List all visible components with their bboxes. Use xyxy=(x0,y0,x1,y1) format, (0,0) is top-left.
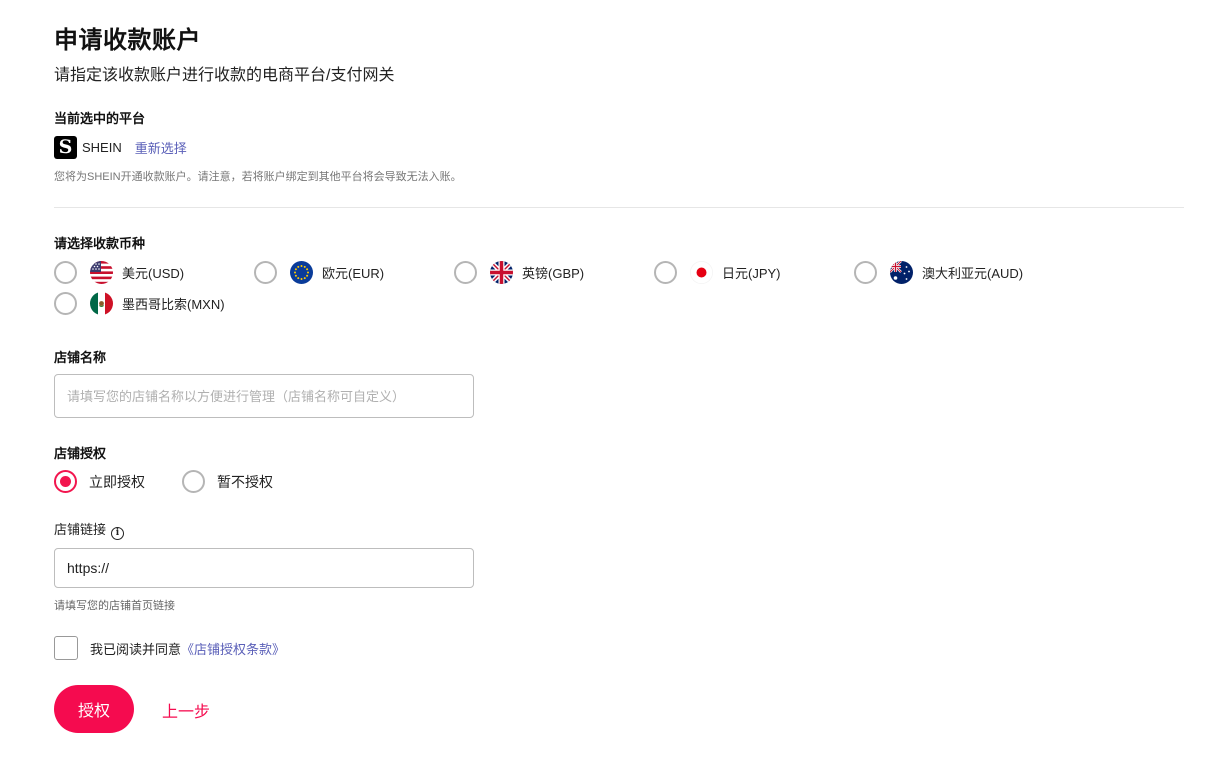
store-link-label-row: 店铺链接 i xyxy=(54,519,125,540)
currency-label: 日元(JPY) xyxy=(722,265,781,281)
shein-logo-icon: S xyxy=(54,135,77,159)
store-link-input[interactable] xyxy=(54,548,474,588)
us-flag-icon xyxy=(90,260,113,284)
currency-radio-usd[interactable] xyxy=(54,260,77,284)
currency-label: 澳大利亚元(AUD) xyxy=(922,265,1024,281)
eu-flag-icon xyxy=(290,260,313,284)
section-divider xyxy=(54,207,1184,208)
authorize-later-option[interactable]: 暂不授权 xyxy=(182,470,273,493)
reselect-platform-link[interactable]: 重新选择 xyxy=(135,138,187,157)
japan-flag-icon xyxy=(690,260,713,284)
store-name-label: 店铺名称 xyxy=(54,350,107,365)
info-icon[interactable]: i xyxy=(111,526,125,540)
page-title: 申请收款账户 xyxy=(54,27,201,54)
agreement-text: 我已阅读并同意 xyxy=(90,641,182,657)
platform-section-label: 当前选中的平台 xyxy=(54,111,146,126)
currency-label: 美元(USD) xyxy=(122,265,185,281)
uk-flag-icon xyxy=(490,260,513,284)
currency-radio-mxn[interactable] xyxy=(54,291,77,315)
authorize-now-radio[interactable] xyxy=(54,470,77,493)
currency-radio-aud[interactable] xyxy=(854,260,877,284)
store-name-input[interactable] xyxy=(54,374,474,418)
australia-flag-icon xyxy=(890,260,913,284)
currency-radio-jpy[interactable] xyxy=(654,260,677,284)
currency-label: 墨西哥比索(MXN) xyxy=(122,296,225,312)
currency-option-usd[interactable]: 美元(USD) xyxy=(54,260,184,284)
currency-option-gbp[interactable]: 英镑(GBP) xyxy=(454,260,584,284)
currency-section-label: 请选择收款币种 xyxy=(54,236,146,251)
selected-platform: S SHEIN 重新选择 xyxy=(54,135,187,159)
authorization-terms-link[interactable]: 《店铺授权条款》 xyxy=(181,639,285,658)
store-link-helper: 请填写您的店铺首页链接 xyxy=(54,600,175,612)
currency-radio-eur[interactable] xyxy=(254,260,277,284)
platform-name: SHEIN xyxy=(82,139,122,155)
authorize-now-option[interactable]: 立即授权 xyxy=(54,470,145,493)
currency-label: 欧元(EUR) xyxy=(322,265,385,281)
agreement-row: 我已阅读并同意 《店铺授权条款》 xyxy=(54,636,285,660)
authorize-now-label: 立即授权 xyxy=(89,473,145,490)
currency-label: 英镑(GBP) xyxy=(522,265,585,281)
authorize-later-radio[interactable] xyxy=(182,470,205,493)
currency-option-mxn[interactable]: 墨西哥比索(MXN) xyxy=(54,291,225,315)
currency-radio-gbp[interactable] xyxy=(454,260,477,284)
agreement-checkbox[interactable] xyxy=(54,636,78,660)
currency-option-jpy[interactable]: 日元(JPY) xyxy=(654,260,781,284)
store-authorization-label: 店铺授权 xyxy=(54,446,107,461)
currency-option-aud[interactable]: 澳大利亚元(AUD) xyxy=(854,260,1023,284)
authorize-later-label: 暂不授权 xyxy=(217,473,273,490)
store-link-label: 店铺链接 xyxy=(54,522,107,537)
authorize-button[interactable]: 授权 xyxy=(54,685,134,733)
platform-note: 您将为SHEIN开通收款账户。请注意，若将账户绑定到其他平台将会导致无法入账。 xyxy=(54,171,462,183)
mexico-flag-icon xyxy=(90,291,113,315)
page-subtitle: 请指定该收款账户进行收款的电商平台/支付网关 xyxy=(54,67,395,84)
currency-option-eur[interactable]: 欧元(EUR) xyxy=(254,260,384,284)
back-button[interactable]: 上一步 xyxy=(162,698,210,722)
